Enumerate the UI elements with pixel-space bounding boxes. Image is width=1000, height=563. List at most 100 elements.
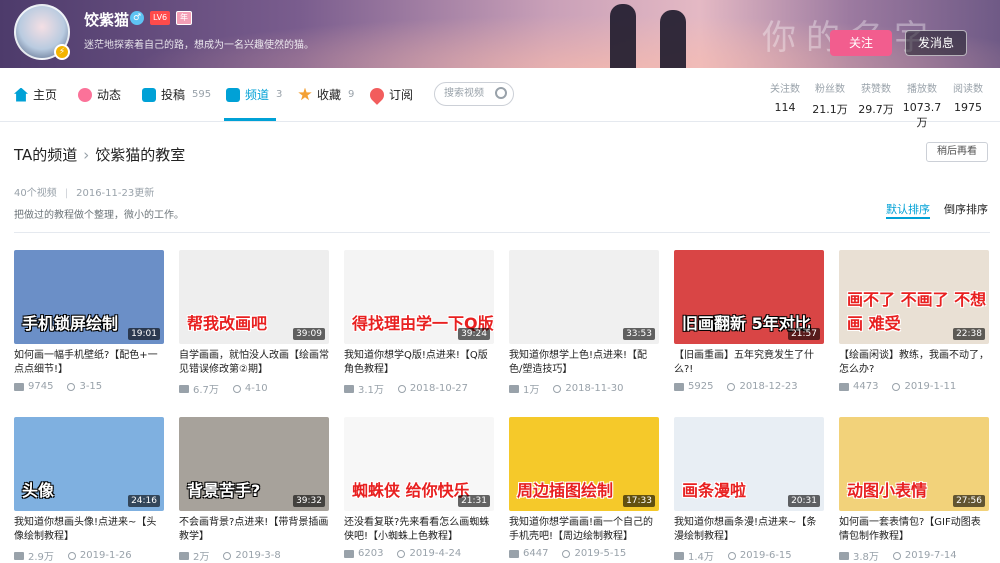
nav-item-channel[interactable]: 频道 3 xyxy=(226,86,282,103)
video-duration: 21:57 xyxy=(788,328,820,340)
nav-item-home[interactable]: 主页 xyxy=(14,86,57,103)
stat-value: 114 xyxy=(774,101,796,114)
sort-default-tab[interactable]: 默认排序 xyxy=(886,201,930,217)
video-stats: 1.4万 2019-6-15 xyxy=(674,548,824,563)
video-thumbnail[interactable]: 背景苦手? 39:32 xyxy=(179,417,329,511)
video-card[interactable]: 旧画翻新 5年对比 21:57 【旧画重画】五年究竟发生了什么?! 5925 2018-… xyxy=(674,250,824,392)
play-count: 2.9万 xyxy=(28,552,54,563)
vip-badge-icon: 年 xyxy=(176,11,192,25)
stat-label: 播放数 xyxy=(907,84,937,95)
video-thumbnail[interactable]: 周边插图绘制 17:33 xyxy=(509,417,659,511)
clock-icon xyxy=(397,549,406,558)
play-count-icon xyxy=(509,549,519,558)
chevron-right-icon: › xyxy=(83,146,90,164)
video-title[interactable]: 我知道你想学画画!画一个自己的手机壳吧!【周边绘制教程】 xyxy=(509,516,659,544)
favorite-icon xyxy=(298,87,312,101)
nav-label: 投稿 xyxy=(161,88,186,102)
video-thumbnail[interactable]: 头像 24:16 xyxy=(14,417,164,511)
video-thumbnail[interactable]: 手机锁屏绘制 19:01 xyxy=(14,250,164,344)
watch-later-button[interactable]: 稍后再看 xyxy=(926,142,988,162)
video-duration: 39:24 xyxy=(458,328,490,340)
stat-value: 21.1万 xyxy=(812,103,848,116)
video-thumbnail[interactable]: 得找理由学一下Q版 39:24 xyxy=(344,250,494,344)
video-card[interactable]: 33:53 我知道你想学上色!点进来!【配色/塑造技巧】 1万 2018-11-30 xyxy=(509,250,659,396)
video-title[interactable]: 【绘画闲谈】教练，我画不动了，怎么办? xyxy=(839,349,989,377)
stat-plays: 播放数 1073.7万 xyxy=(900,80,944,130)
dynamic-icon xyxy=(78,87,92,102)
video-card[interactable]: 蜘蛛侠 给你快乐 21:31 还没看复联?先来看看怎么画蜘蛛侠吧!【小蜘蛛上色教程】… xyxy=(344,417,494,559)
publish-date: 2018-12-23 xyxy=(739,381,798,392)
video-stats: 6.7万 4-10 xyxy=(179,381,329,396)
nav-label: 订阅 xyxy=(389,88,414,102)
video-duration: 39:09 xyxy=(293,328,325,340)
banner-figure xyxy=(610,4,636,68)
video-title[interactable]: 【旧画重画】五年究竟发生了什么?! xyxy=(674,349,824,377)
play-count-icon xyxy=(839,382,849,391)
video-card[interactable]: 背景苦手? 39:32 不会画背景?点进来!【带背景插画教学】 2万 2019-3-8 xyxy=(179,417,329,563)
video-title[interactable]: 自学画画，就怕没人改画【绘画常见错误修改第②期】 xyxy=(179,349,329,377)
avatar[interactable]: ⚡ xyxy=(14,4,70,60)
play-count-icon xyxy=(509,384,519,393)
video-title[interactable]: 我知道你想画条漫!点进来~【条漫绘制教程】 xyxy=(674,516,824,544)
video-thumbnail[interactable]: 蜘蛛侠 给你快乐 21:31 xyxy=(344,417,494,511)
video-duration: 39:32 xyxy=(293,495,325,507)
message-button[interactable]: 发消息 xyxy=(905,30,967,56)
video-title[interactable]: 如何画一套表情包?【GIF动图表情包制作教程】 xyxy=(839,516,989,544)
publish-date: 2018-10-27 xyxy=(409,383,469,394)
video-duration: 22:38 xyxy=(953,328,985,340)
stat-following[interactable]: 关注数 114 xyxy=(770,80,800,114)
stat-value: 1073.7万 xyxy=(902,101,942,129)
publish-date: 2019-7-14 xyxy=(904,550,957,561)
play-count-icon xyxy=(179,384,189,393)
stat-value: 1975 xyxy=(954,101,982,114)
video-thumbnail[interactable]: 旧画翻新 5年对比 21:57 xyxy=(674,250,824,344)
video-card[interactable]: 得找理由学一下Q版 39:24 我知道你想学Q版!点进来!【Q版角色教程】 3.1万 2… xyxy=(344,250,494,396)
video-thumbnail[interactable]: 帮我改画吧 39:09 xyxy=(179,250,329,344)
nav-item-dynamic[interactable]: 动态 xyxy=(78,86,121,103)
video-title[interactable]: 还没看复联?先来看看怎么画蜘蛛侠吧!【小蜘蛛上色教程】 xyxy=(344,516,494,544)
watch-later-label: 稍后再看 xyxy=(937,146,977,157)
breadcrumb-current: 饺紫猫的教室 xyxy=(95,146,186,164)
video-thumbnail[interactable]: 画条漫啦 20:31 xyxy=(674,417,824,511)
sort-reverse-tab[interactable]: 倒序排序 xyxy=(944,201,988,217)
clock-icon xyxy=(727,551,736,560)
search-icon[interactable] xyxy=(495,87,507,99)
video-thumbnail[interactable]: 画不了 不画了 不想画 难受 22:38 xyxy=(839,250,989,344)
banner-figure xyxy=(660,10,686,68)
verified-badge-icon: ⚡ xyxy=(54,44,70,60)
breadcrumb: TA的频道 › 饺紫猫的教室 xyxy=(14,144,185,165)
nav-item-favorite[interactable]: 收藏 9 xyxy=(298,86,354,103)
video-thumbnail[interactable]: 33:53 xyxy=(509,250,659,344)
nav-item-subscribe[interactable]: 订阅 xyxy=(367,84,414,105)
video-title[interactable]: 我知道你想画头像!点进来~【头像绘制教程】 xyxy=(14,516,164,544)
video-thumbnail[interactable]: 动图小表情 27:56 xyxy=(839,417,989,511)
video-card[interactable]: 手机锁屏绘制 19:01 如何画一幅手机壁纸?【配色+一点点细节!】 9745 3-15 xyxy=(14,250,164,392)
publish-date: 2019-4-24 xyxy=(409,548,462,559)
video-duration: 20:31 xyxy=(788,495,820,507)
publish-date: 2019-6-15 xyxy=(739,550,792,561)
active-sort-indicator xyxy=(886,217,930,219)
follow-button[interactable]: 关注 xyxy=(830,30,892,56)
publish-date: 2019-1-11 xyxy=(904,381,957,392)
search-input[interactable]: 搜索视频 xyxy=(434,82,514,106)
video-card[interactable]: 动图小表情 27:56 如何画一套表情包?【GIF动图表情包制作教程】 3.8万 201… xyxy=(839,417,989,563)
video-card[interactable]: 头像 24:16 我知道你想画头像!点进来~【头像绘制教程】 2.9万 2019-1-2… xyxy=(14,417,164,563)
divider: | xyxy=(64,188,69,199)
video-card[interactable]: 帮我改画吧 39:09 自学画画，就怕没人改画【绘画常见错误修改第②期】 6.7万 4-… xyxy=(179,250,329,396)
video-card[interactable]: 画条漫啦 20:31 我知道你想画条漫!点进来~【条漫绘制教程】 1.4万 2019-6… xyxy=(674,417,824,563)
video-title[interactable]: 我知道你想学Q版!点进来!【Q版角色教程】 xyxy=(344,349,494,377)
video-card[interactable]: 周边插图绘制 17:33 我知道你想学画画!画一个自己的手机壳吧!【周边绘制教程】 6… xyxy=(509,417,659,559)
play-count: 3.8万 xyxy=(853,552,879,563)
video-title[interactable]: 不会画背景?点进来!【带背景插画教学】 xyxy=(179,516,329,544)
publish-date: 4-10 xyxy=(244,383,268,394)
video-card[interactable]: 画不了 不画了 不想画 难受 22:38 【绘画闲谈】教练，我画不动了，怎么办? 44… xyxy=(839,250,989,392)
video-title[interactable]: 如何画一幅手机壁纸?【配色+一点点细节!】 xyxy=(14,349,164,377)
thumbnail-caption: 帮我改画吧 xyxy=(187,314,268,333)
breadcrumb-root-link[interactable]: TA的频道 xyxy=(14,146,77,164)
video-title[interactable]: 我知道你想学上色!点进来!【配色/塑造技巧】 xyxy=(509,349,659,377)
play-count-icon xyxy=(839,551,849,560)
nav-item-upload[interactable]: 投稿 595 xyxy=(142,86,211,103)
nav-label: 动态 xyxy=(97,88,122,102)
play-count: 3.1万 xyxy=(358,385,384,396)
stat-fans[interactable]: 粉丝数 21.1万 xyxy=(812,80,848,117)
